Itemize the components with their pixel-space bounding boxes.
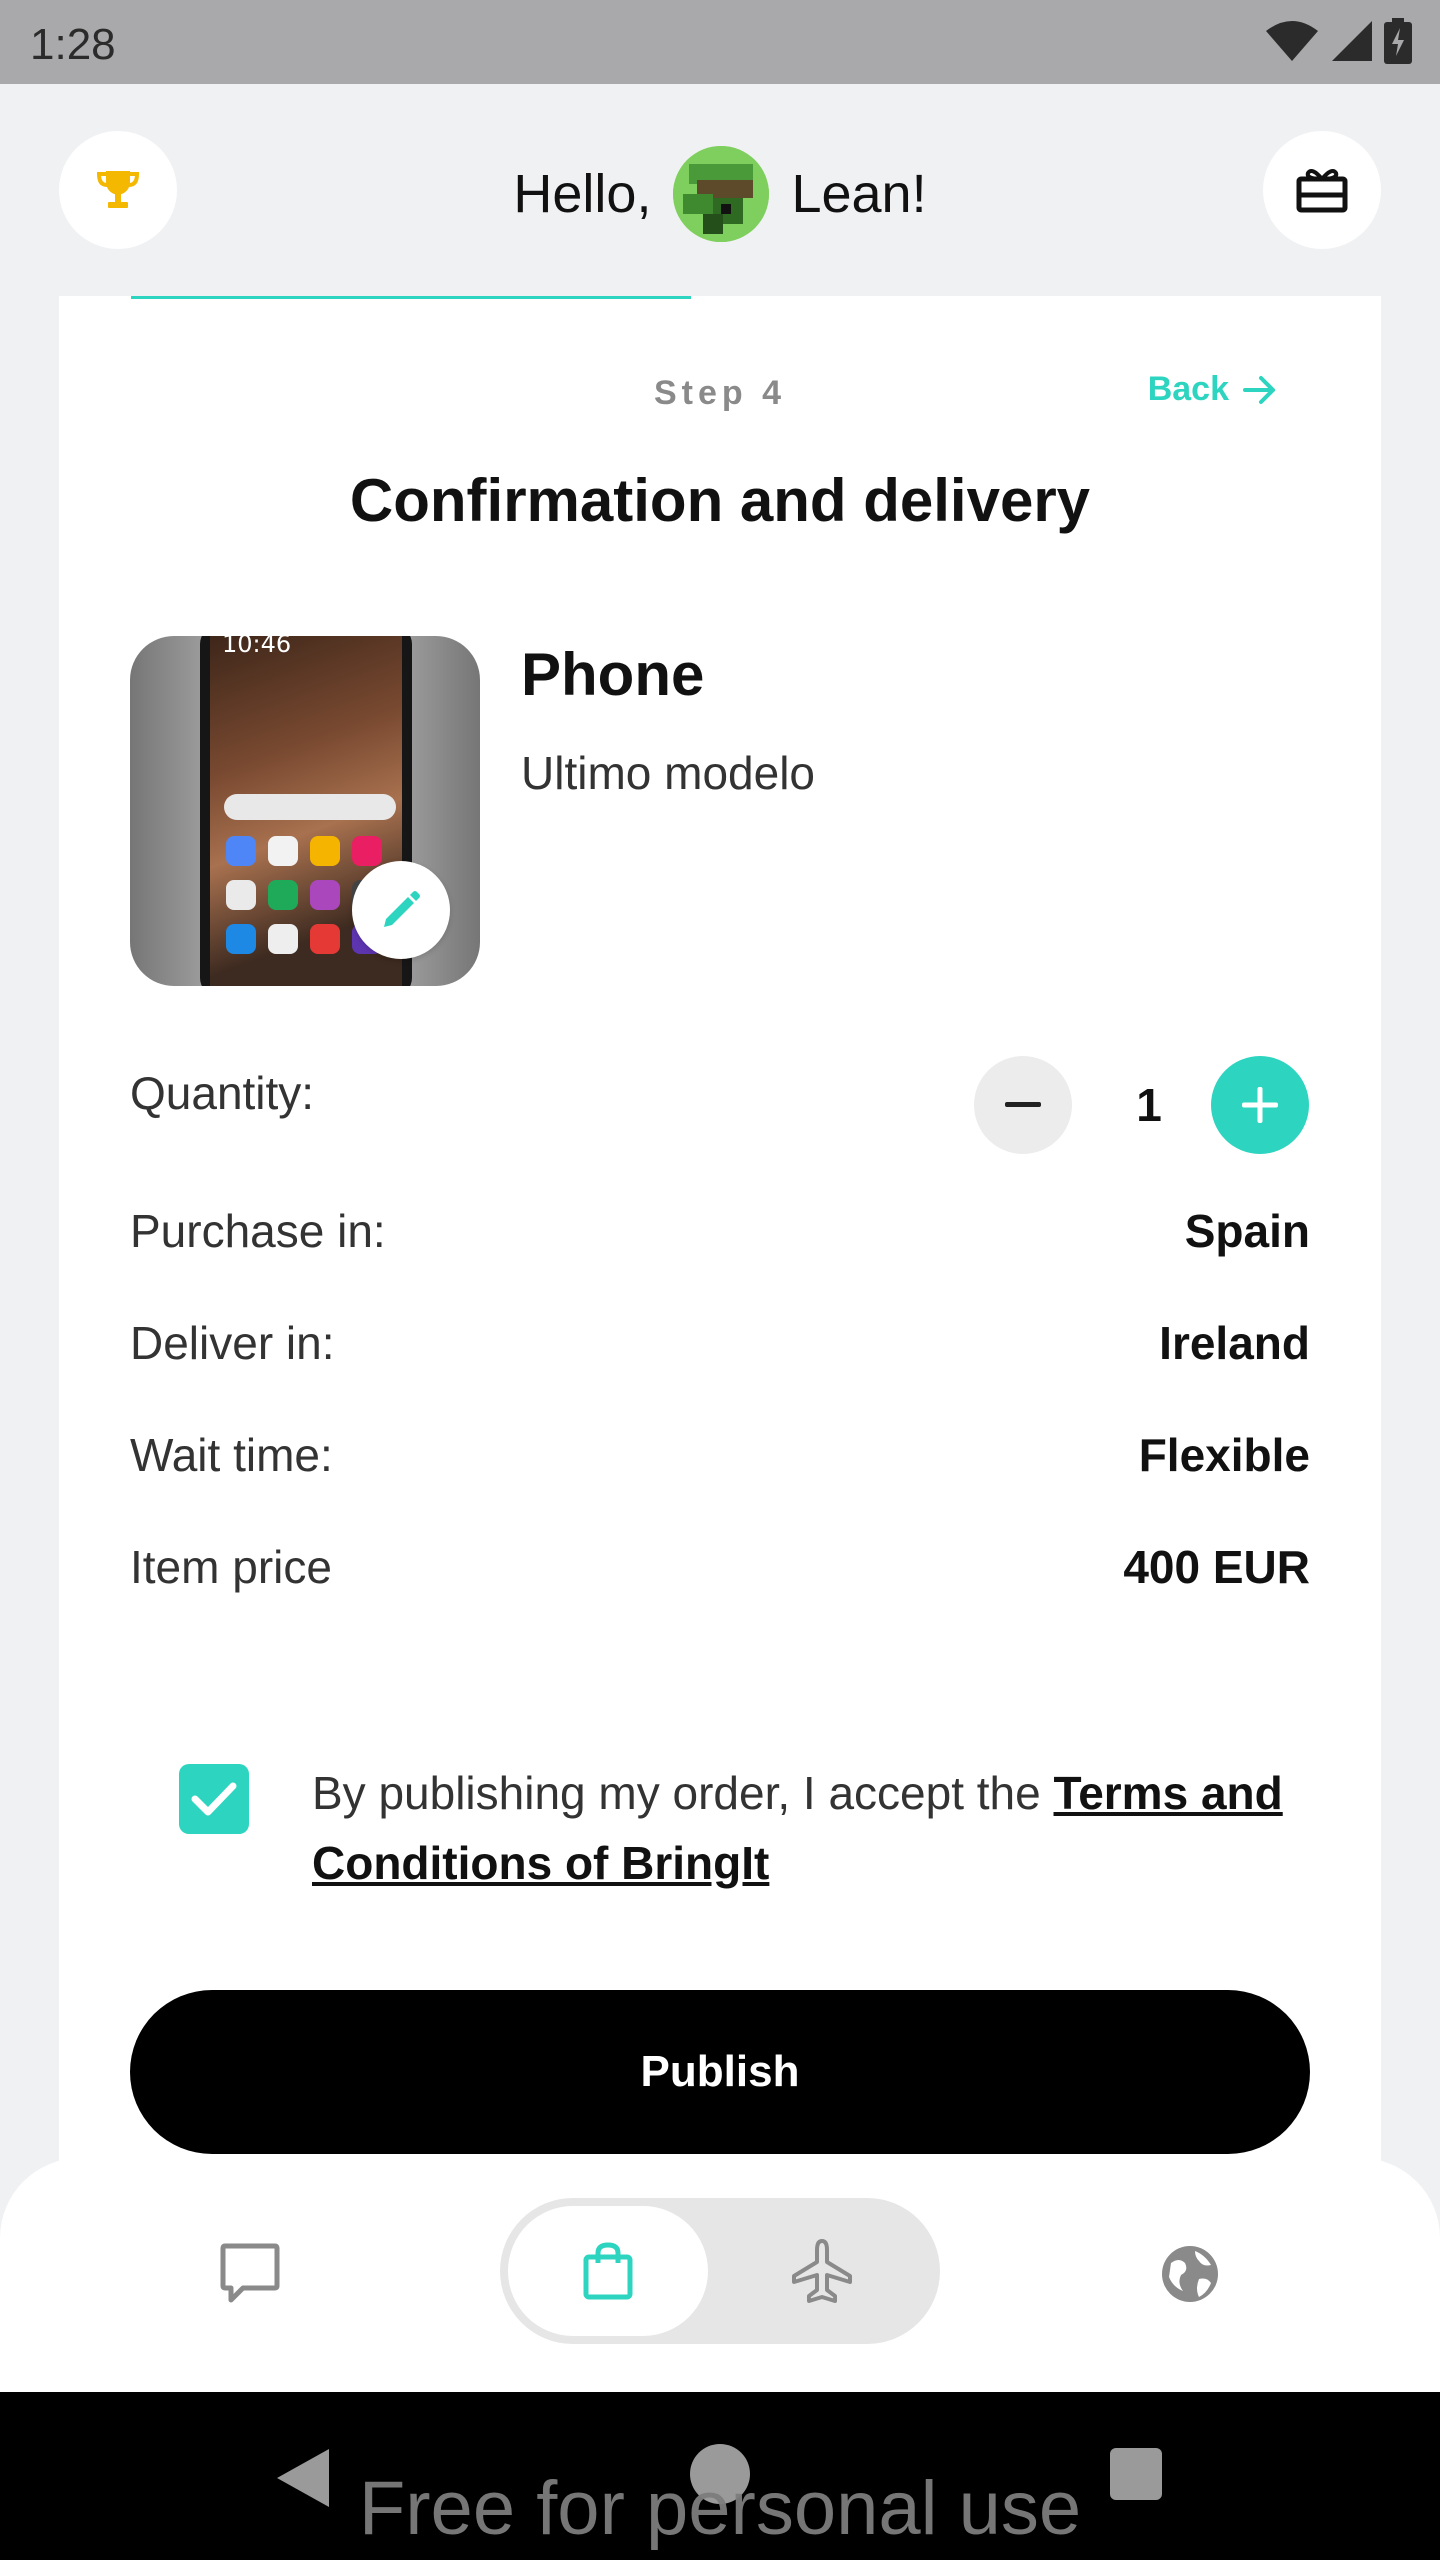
item-price-label: Item price <box>130 1541 332 1593</box>
publish-button[interactable]: Publish <box>130 1990 1310 2154</box>
quantity-value: 1 <box>1136 1079 1162 1131</box>
terms-prefix: By publishing my order, I accept the <box>312 1767 1054 1819</box>
product-description: Ultimo modelo <box>521 747 815 799</box>
app-header: Hello, Lean! <box>0 84 1440 296</box>
airplane-icon <box>792 2239 852 2303</box>
gift-button[interactable] <box>1263 131 1381 249</box>
greeting: Hello, Lean! <box>0 146 1440 242</box>
edit-image-button[interactable] <box>352 861 450 959</box>
avatar[interactable] <box>673 146 770 242</box>
greeting-prefix: Hello, <box>513 164 652 224</box>
purchase-in-value: Spain <box>1184 1205 1310 1257</box>
quantity-decrease-button[interactable] <box>974 1056 1072 1154</box>
watermark: Free for personal use <box>358 2466 1082 2551</box>
product-name: Phone <box>521 641 705 708</box>
wait-time-label: Wait time: <box>130 1429 333 1481</box>
nav-shopping[interactable] <box>508 2206 708 2336</box>
status-icons <box>1264 18 1412 64</box>
battery-icon <box>1384 18 1412 64</box>
gift-icon <box>1296 169 1348 213</box>
user-name: Lean! <box>791 164 927 224</box>
chat-icon <box>220 2243 280 2303</box>
nav-chat[interactable] <box>200 2224 300 2324</box>
status-time: 1:28 <box>30 20 116 69</box>
wifi-icon <box>1266 21 1318 61</box>
phone-image-time: 10:46 <box>222 636 292 658</box>
deliver-in-value: Ireland <box>1159 1317 1310 1369</box>
back-label: Back <box>1147 370 1229 408</box>
nav-travel[interactable] <box>722 2206 922 2336</box>
deliver-in-label: Deliver in: <box>130 1317 335 1369</box>
nav-mode-toggle <box>500 2198 940 2344</box>
check-icon <box>191 1782 237 1816</box>
bottom-navigation <box>0 2158 1440 2392</box>
order-card: Step 4 Back Confirmation and delivery 10… <box>59 296 1381 2196</box>
page-title: Confirmation and delivery <box>349 467 1091 534</box>
nav-explore[interactable] <box>1140 2224 1240 2324</box>
plus-icon <box>1242 1087 1278 1123</box>
quantity-label: Quantity: <box>130 1067 315 1119</box>
back-button[interactable]: Back <box>1148 370 1277 409</box>
terms-checkbox[interactable] <box>179 1764 249 1834</box>
arrow-right-icon <box>1243 375 1275 404</box>
minus-icon <box>1005 1102 1041 1107</box>
publish-label: Publish <box>640 2047 800 2096</box>
quantity-increase-button[interactable] <box>1211 1056 1309 1154</box>
purchase-in-label: Purchase in: <box>130 1205 386 1257</box>
step-progress <box>131 296 691 299</box>
shopping-bag-icon <box>583 2242 633 2300</box>
terms-text: By publishing my order, I accept the Ter… <box>312 1758 1312 1898</box>
item-price-value: 400 EUR <box>1123 1541 1310 1593</box>
globe-icon <box>1162 2246 1218 2302</box>
pencil-icon <box>384 891 420 927</box>
status-bar: 1:28 <box>0 0 1440 84</box>
wait-time-value: Flexible <box>1138 1429 1310 1481</box>
signal-icon <box>1332 21 1372 61</box>
